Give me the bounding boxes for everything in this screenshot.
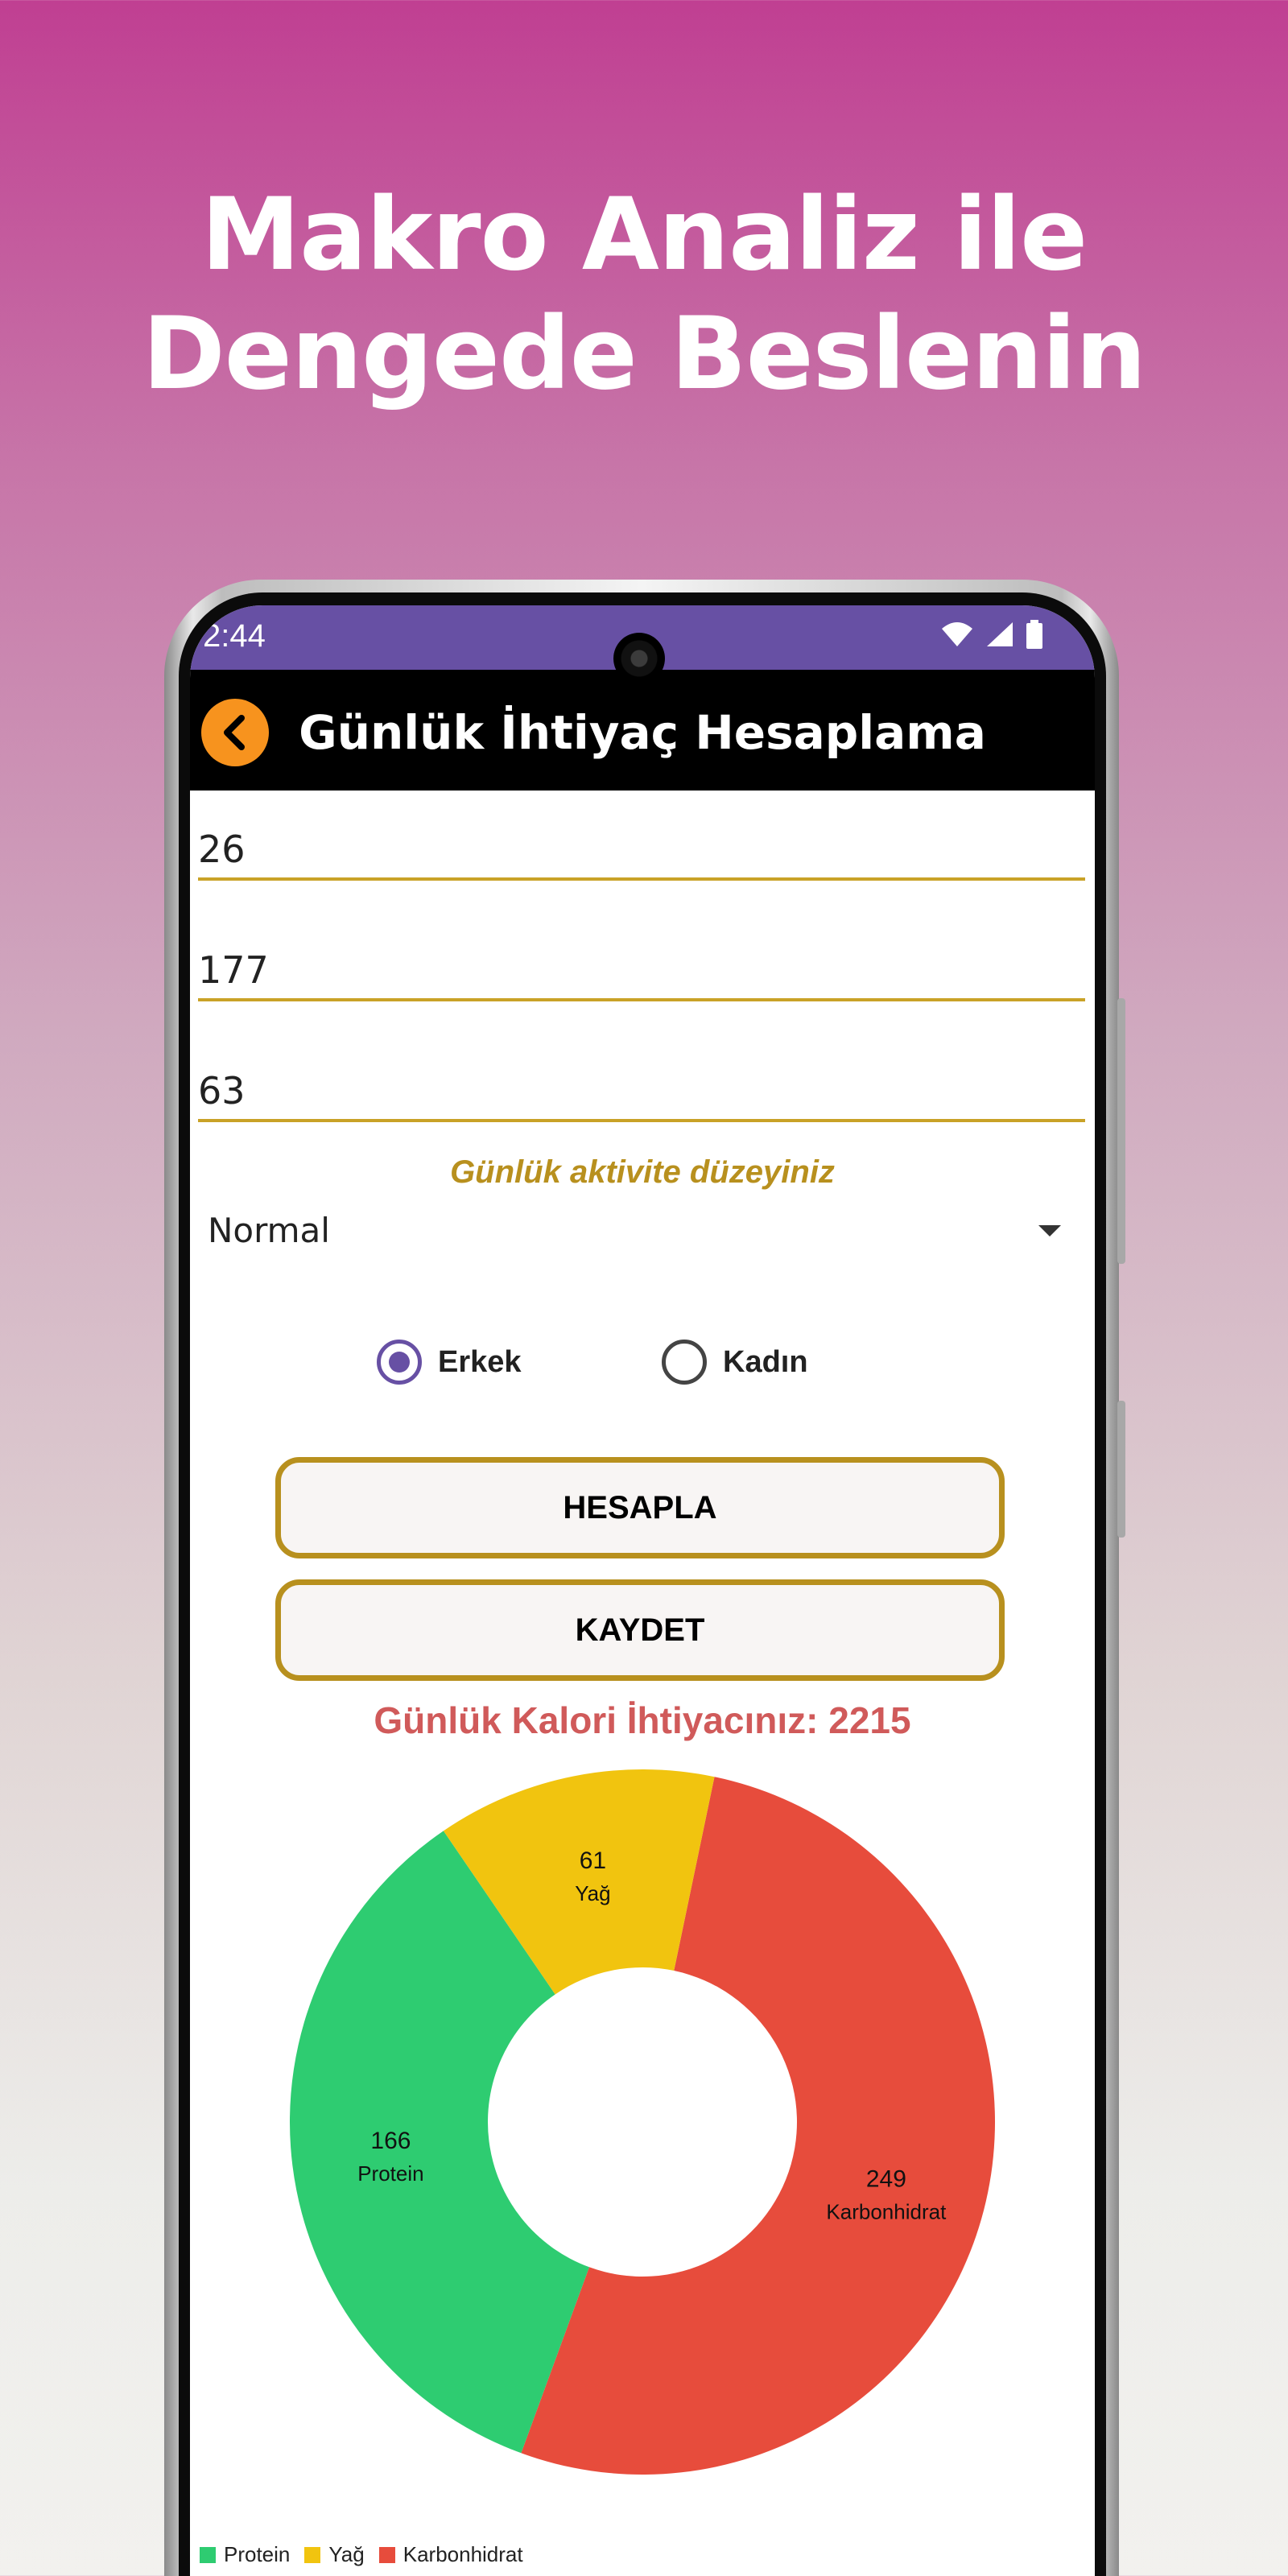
legend-swatch (304, 2546, 321, 2563)
age-value: 26 (198, 828, 246, 871)
legend-swatch (200, 2546, 216, 2563)
activity-selected-value: Normal (208, 1211, 330, 1250)
dropdown-arrow-icon (1038, 1225, 1061, 1236)
macro-donut-chart: 249 Karbonhidrat 166 Protein 61 Yağ (290, 1769, 995, 2475)
signal-icon (987, 622, 1013, 646)
status-icons (940, 620, 1043, 649)
calculate-button[interactable]: HESAPLA (275, 1457, 1005, 1558)
page-title: Günlük İhtiyaç Hesaplama (299, 705, 986, 760)
headline-line-2: Dengede Beslenin (142, 296, 1146, 412)
activity-select[interactable]: Normal (208, 1211, 1061, 1259)
legend-label: Karbonhidrat (402, 2542, 523, 2566)
slice-name-label: Karbonhidrat (826, 2200, 947, 2224)
daily-calorie-result: Günlük Kalori İhtiyacınız: 2215 (374, 1699, 911, 1741)
radio-unchecked-icon (662, 1340, 707, 1385)
radio-female[interactable]: Kadın (662, 1340, 808, 1385)
phone-side-button (1117, 1401, 1125, 1538)
phone-side-button (1117, 998, 1125, 1264)
legend-item: Karbonhidrat (378, 2542, 523, 2567)
activity-label: Günlük aktivite düzeyiniz (450, 1154, 835, 1190)
front-camera (613, 633, 665, 684)
save-label: KAYDET (575, 1612, 705, 1648)
legend-swatch (378, 2546, 395, 2563)
weight-input[interactable]: 63 (198, 1066, 1085, 1122)
battery-icon (1026, 620, 1042, 649)
promo-headline: Makro Analiz ile Dengede Beslenin (0, 175, 1288, 414)
slice-name-label: Protein (357, 2161, 423, 2186)
phone-screen: 2:44 Günlük İhtiyaç Hesaplama 26 177 63 … (190, 605, 1095, 2576)
legend-label: Yağ (328, 2542, 365, 2566)
age-input[interactable]: 26 (198, 824, 1085, 881)
slice-value-label: 166 (370, 2128, 411, 2154)
height-input[interactable]: 177 (198, 945, 1085, 1001)
radio-female-label: Kadın (723, 1344, 808, 1379)
chart-legend: Protein Yağ Karbonhidrat (200, 2542, 523, 2567)
headline-line-1: Makro Analiz ile (200, 177, 1088, 293)
radio-checked-icon (377, 1340, 422, 1385)
radio-male[interactable]: Erkek (377, 1340, 522, 1385)
radio-male-label: Erkek (438, 1344, 522, 1379)
slice-value-label: 249 (866, 2166, 906, 2193)
slice-name-label: Yağ (575, 1881, 610, 1905)
legend-item: Protein (200, 2542, 290, 2567)
slice-value-label: 61 (580, 1847, 606, 1874)
calculate-label: HESAPLA (563, 1489, 717, 1525)
wifi-icon (942, 622, 972, 646)
app-bar: Günlük İhtiyaç Hesaplama (190, 670, 1095, 791)
save-button[interactable]: KAYDET (275, 1579, 1005, 1681)
status-time: 2:44 (203, 618, 266, 654)
legend-item: Yağ (304, 2542, 365, 2567)
weight-value: 63 (198, 1069, 246, 1113)
legend-label: Protein (224, 2542, 291, 2566)
height-value: 177 (198, 948, 269, 992)
